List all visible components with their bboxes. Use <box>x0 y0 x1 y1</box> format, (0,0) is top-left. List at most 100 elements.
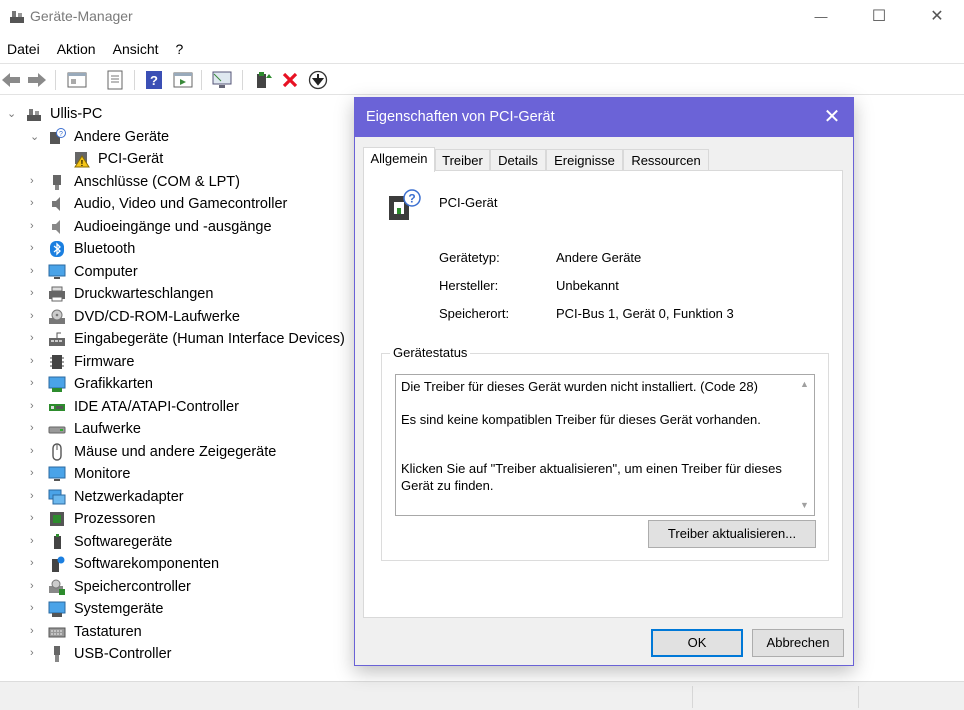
chevron-right-icon[interactable]: › <box>30 310 40 324</box>
device-status-textbox[interactable]: Die Treiber für dieses Gerät wurden nich… <box>395 374 815 516</box>
chevron-down-icon[interactable]: ⌄ <box>30 130 40 144</box>
tree-category-item[interactable]: › Laufwerke <box>0 419 350 442</box>
tree-category-label: IDE ATA/ATAPI-Controller <box>74 398 239 415</box>
tree-category-item[interactable]: › Systemgeräte <box>0 599 350 622</box>
chevron-right-icon[interactable]: › <box>30 377 40 391</box>
chevron-down-icon[interactable]: ⌄ <box>7 107 17 121</box>
update-driver-icon <box>257 72 272 88</box>
tab-ressourcen[interactable]: Ressourcen <box>623 149 709 171</box>
tree-category-label: DVD/CD-ROM-Laufwerke <box>74 308 240 325</box>
chevron-right-icon[interactable]: › <box>30 332 40 346</box>
tree-category-item[interactable]: › Softwarekomponenten <box>0 554 350 577</box>
chevron-right-icon[interactable]: › <box>30 647 40 661</box>
status-scrollbar[interactable]: ▲ ▼ <box>796 376 813 514</box>
download-button[interactable] <box>307 69 329 91</box>
toolbar-separator <box>242 70 243 90</box>
tree-item-label: PCI-Gerät <box>98 151 164 167</box>
chevron-right-icon[interactable]: › <box>30 242 40 256</box>
tree-category-item[interactable]: › Prozessoren <box>0 509 350 532</box>
prop-label-geraetetyp: Gerätetyp: <box>439 250 500 265</box>
chevron-right-icon[interactable]: › <box>30 580 40 594</box>
tree-category-label: Speichercontroller <box>74 578 191 595</box>
uninstall-button[interactable] <box>279 69 301 91</box>
maximize-button[interactable]: ☐ <box>850 0 908 32</box>
menu-aktion[interactable]: Aktion <box>50 38 103 62</box>
chevron-right-icon[interactable]: › <box>30 265 40 279</box>
tree-category-item[interactable]: › Mäuse und andere Zeigegeräte <box>0 442 350 465</box>
scroll-up-icon[interactable]: ▲ <box>796 376 813 393</box>
chevron-right-icon[interactable]: › <box>30 535 40 549</box>
scan-hardware-button[interactable] <box>211 69 233 91</box>
forward-button[interactable] <box>26 69 48 91</box>
chevron-right-icon[interactable]: › <box>30 355 40 369</box>
tree-category-item[interactable]: › Eingabegeräte (Human Interface Devices… <box>0 329 350 352</box>
tree-category-item[interactable]: › Bluetooth <box>0 239 350 262</box>
tab-treiber[interactable]: Treiber <box>435 149 490 171</box>
chevron-right-icon[interactable]: › <box>30 512 40 526</box>
bluetooth-icon <box>50 241 64 257</box>
tree-category-label: Softwarekomponenten <box>74 556 220 572</box>
tree-category-item[interactable]: › Grafikkarten <box>0 374 350 397</box>
toolbar-separator <box>134 70 135 90</box>
tree-category-item[interactable]: › Audioeingänge und -ausgänge <box>0 217 350 240</box>
chevron-right-icon[interactable]: › <box>30 625 40 639</box>
action-button[interactable] <box>172 69 194 91</box>
chevron-right-icon[interactable]: › <box>30 422 40 436</box>
tab-ereignisse[interactable]: Ereignisse <box>546 149 623 171</box>
ide-controller-icon <box>49 403 65 411</box>
back-button[interactable] <box>0 69 22 91</box>
ok-button[interactable]: OK <box>651 629 743 657</box>
network-adapter-icon <box>48 489 66 504</box>
tree-group-andere-geraete[interactable]: ⌄ ? Andere Geräte <box>0 127 350 150</box>
tree-root-item[interactable]: ⌄ Ullis-PC <box>0 104 350 127</box>
menu-ansicht[interactable]: Ansicht <box>106 38 166 62</box>
menu-datei[interactable]: Datei <box>0 38 47 62</box>
tree-item-pci-geraet[interactable]: ! PCI-Gerät <box>0 149 350 172</box>
tree-category-label: Netzwerkadapter <box>74 488 184 505</box>
tree-category-item[interactable]: › Netzwerkadapter <box>0 487 350 510</box>
scroll-down-icon[interactable]: ▼ <box>796 497 813 514</box>
tree-category-item[interactable]: › Druckwarteschlangen <box>0 284 350 307</box>
tree-category-item[interactable]: › Tastaturen <box>0 622 350 645</box>
chevron-right-icon[interactable]: › <box>30 445 40 459</box>
computer-icon <box>48 264 66 279</box>
cancel-button[interactable]: Abbrechen <box>752 629 844 657</box>
chevron-right-icon[interactable]: › <box>30 400 40 414</box>
minimize-button[interactable]: — <box>792 0 850 32</box>
device-tree[interactable]: ⌄ Ullis-PC ⌄ ? Andere Geräte ! PCI-Gerät… <box>0 104 350 667</box>
chevron-right-icon[interactable]: › <box>30 557 40 571</box>
chevron-right-icon[interactable]: › <box>30 602 40 616</box>
help-button[interactable]: ? <box>143 69 165 91</box>
tab-allgemein[interactable]: Allgemein <box>363 147 435 172</box>
toolbar-separator <box>201 70 202 90</box>
tree-category-item[interactable]: › Firmware <box>0 352 350 375</box>
chevron-right-icon[interactable]: › <box>30 490 40 504</box>
system-device-icon <box>48 601 66 617</box>
close-button[interactable]: ✕ <box>908 0 964 32</box>
dialog-title-bar[interactable]: Eigenschaften von PCI-Gerät ✕ <box>355 98 853 137</box>
tree-category-item[interactable]: › Speichercontroller <box>0 577 350 600</box>
show-hide-console-button[interactable] <box>66 69 88 91</box>
dialog-close-button[interactable]: ✕ <box>821 106 843 128</box>
chevron-right-icon[interactable]: › <box>30 197 40 211</box>
tree-category-item[interactable]: › Monitore <box>0 464 350 487</box>
processor-icon <box>50 512 64 526</box>
chevron-right-icon[interactable]: › <box>30 287 40 301</box>
chevron-right-icon[interactable]: › <box>30 467 40 481</box>
tab-details[interactable]: Details <box>490 149 546 171</box>
tree-category-item[interactable]: › USB-Controller <box>0 644 350 667</box>
properties-button[interactable] <box>104 69 126 91</box>
tree-category-item[interactable]: › Softwaregeräte <box>0 532 350 555</box>
tree-category-item[interactable]: › Audio, Video und Gamecontroller <box>0 194 350 217</box>
update-driver-button[interactable]: Treiber aktualisieren... <box>648 520 816 548</box>
tree-category-item[interactable]: › Anschlüsse (COM & LPT) <box>0 172 350 195</box>
tree-category-item[interactable]: › IDE ATA/ATAPI-Controller <box>0 397 350 420</box>
toolbar: ? <box>0 63 964 95</box>
tree-category-item[interactable]: › DVD/CD-ROM-Laufwerke <box>0 307 350 330</box>
disc-drive-icon <box>49 309 65 324</box>
menu-help[interactable]: ? <box>169 38 191 62</box>
chevron-right-icon[interactable]: › <box>30 220 40 234</box>
chevron-right-icon[interactable]: › <box>30 175 40 189</box>
tree-category-item[interactable]: › Computer <box>0 262 350 285</box>
update-driver-button[interactable] <box>252 69 274 91</box>
